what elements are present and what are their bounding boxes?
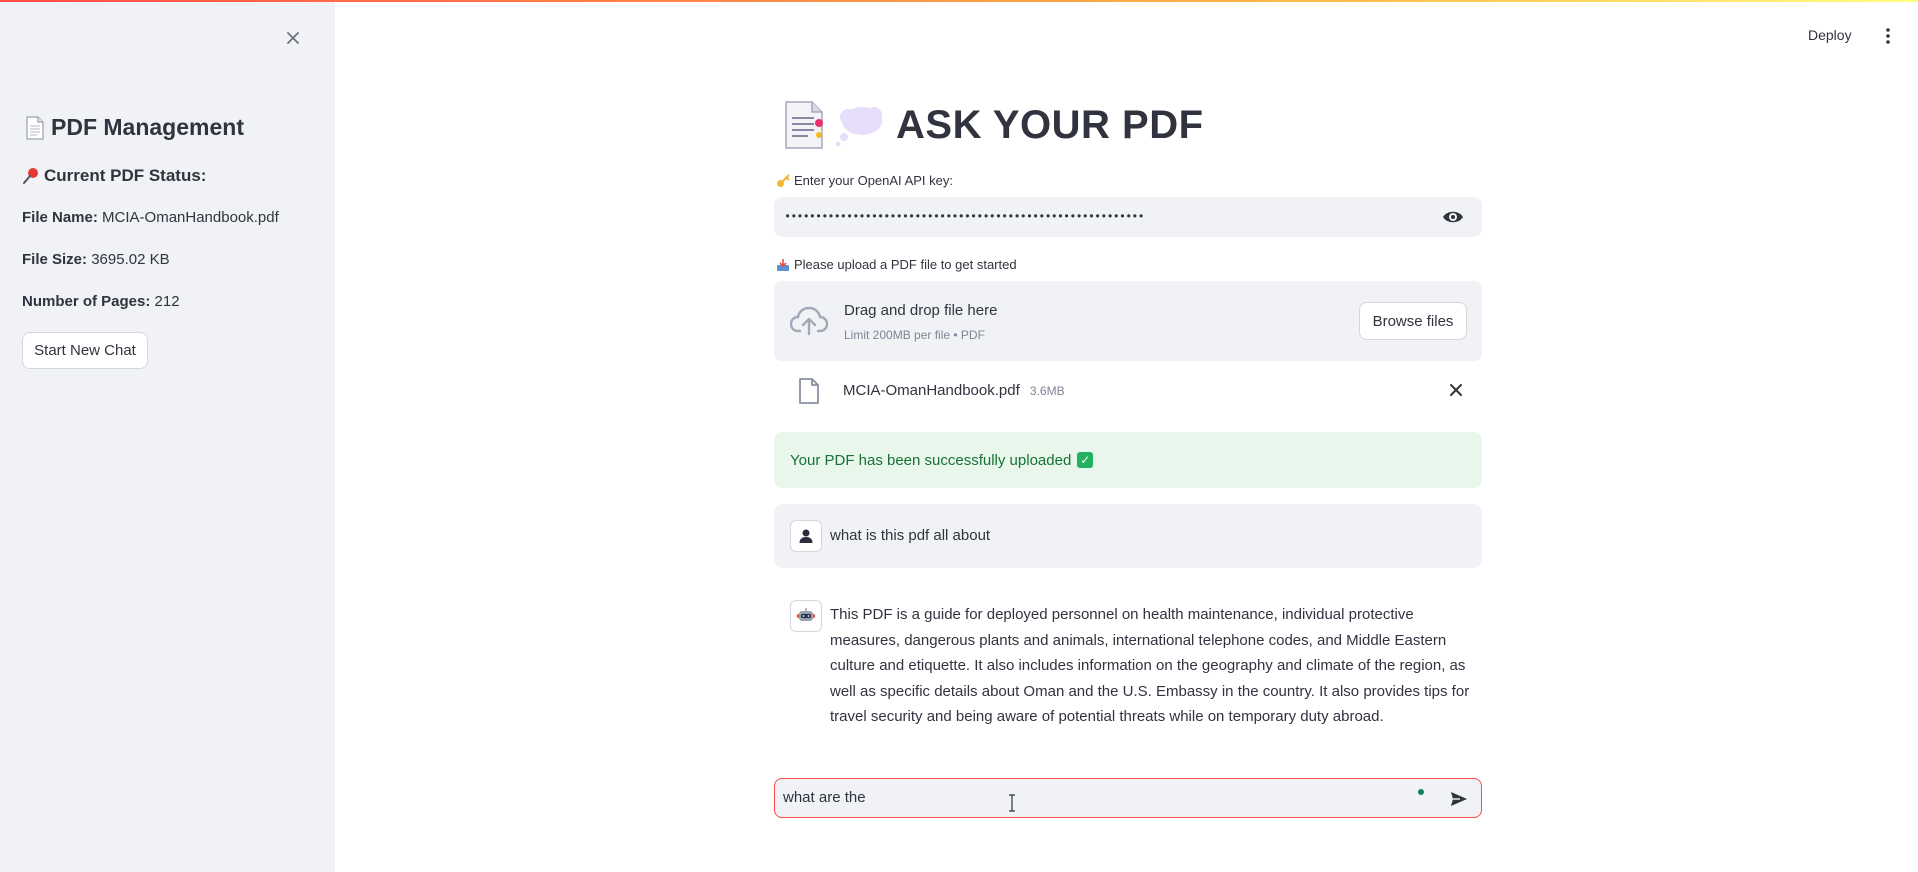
chat-input-box[interactable] — [774, 778, 1482, 818]
api-key-field[interactable] — [774, 197, 1482, 237]
deploy-button[interactable]: Deploy — [1808, 27, 1852, 43]
thought-balloon-icon — [835, 107, 882, 147]
page-title-text: ASK YOUR PDF — [896, 102, 1204, 147]
page-count-info: Number of Pages: 212 — [22, 293, 180, 310]
api-key-label: Enter your OpenAI API key: — [776, 173, 953, 188]
user-message: what is this pdf all about — [774, 504, 1482, 568]
current-status-heading: Current PDF Status: — [22, 166, 206, 186]
assistant-message: This PDF is a guide for deployed personn… — [774, 590, 1482, 740]
file-dropzone[interactable]: Drag and drop file here Limit 200MB per … — [774, 281, 1482, 361]
document-icon — [785, 101, 823, 149]
main-menu-icon[interactable] — [1881, 26, 1895, 46]
page-icon — [26, 115, 44, 140]
sidebar: PDF Management Current PDF Status: File … — [0, 0, 335, 872]
upload-label-text: Please upload a PDF file to get started — [794, 257, 1017, 272]
upload-success-alert: Your PDF has been successfully uploaded … — [774, 432, 1482, 488]
file-size-label: File Size: — [22, 251, 88, 268]
upload-label: Please upload a PDF file to get started — [776, 257, 1017, 272]
close-sidebar-icon[interactable] — [282, 27, 304, 49]
cloud-upload-icon — [790, 306, 828, 336]
file-size-info: File Size: 3695.02 KB — [22, 251, 170, 268]
api-key-label-text: Enter your OpenAI API key: — [794, 173, 953, 188]
pages-value: 212 — [154, 293, 180, 310]
api-key-input[interactable] — [784, 210, 1424, 224]
status-heading-text: Current PDF Status: — [44, 166, 207, 185]
user-avatar — [790, 520, 822, 552]
pages-label: Number of Pages: — [22, 293, 151, 310]
uploaded-file-row: MCIA-OmanHandbook.pdf 3.6MB — [774, 372, 1482, 412]
dropzone-limit: Limit 200MB per file • PDF — [844, 328, 985, 342]
inbox-tray-icon — [777, 258, 789, 271]
remove-file-icon[interactable] — [1448, 382, 1464, 398]
sidebar-title-text: PDF Management — [51, 114, 244, 140]
chat-input[interactable] — [783, 789, 1403, 806]
file-name-info: File Name: MCIA-OmanHandbook.pdf — [22, 209, 279, 226]
robot-icon — [797, 608, 815, 621]
browse-files-button[interactable]: Browse files — [1359, 302, 1467, 340]
sidebar-title: PDF Management — [25, 114, 244, 141]
success-message: Your PDF has been successfully uploaded — [790, 451, 1072, 469]
page-title: ASK YOUR PDF — [782, 100, 1204, 150]
status-dot — [1418, 789, 1424, 795]
uploaded-file-name-text: MCIA-OmanHandbook.pdf — [843, 382, 1020, 399]
show-password-eye-icon[interactable] — [1442, 207, 1464, 227]
file-size-value: 3695.02 KB — [91, 251, 170, 268]
pushpin-icon — [23, 168, 38, 184]
user-message-text: what is this pdf all about — [830, 527, 991, 544]
dropzone-title: Drag and drop file here — [844, 302, 998, 319]
text-cursor-icon — [1009, 794, 1015, 812]
assistant-avatar — [790, 600, 822, 632]
uploaded-file-size: 3.6MB — [1029, 384, 1065, 398]
user-icon — [799, 529, 813, 543]
uploaded-file-name: MCIA-OmanHandbook.pdf 3.6MB — [843, 382, 1065, 399]
file-icon — [799, 378, 819, 404]
assistant-message-text: This PDF is a guide for deployed personn… — [830, 606, 1470, 725]
check-mark-icon: ✓ — [1077, 452, 1094, 468]
start-new-chat-button[interactable]: Start New Chat — [22, 332, 148, 369]
key-icon — [777, 174, 790, 187]
file-name-value: MCIA-OmanHandbook.pdf — [102, 209, 279, 226]
send-icon[interactable] — [1449, 789, 1469, 809]
top-decoration-bar — [0, 0, 1918, 2]
file-name-label: File Name: — [22, 209, 98, 226]
